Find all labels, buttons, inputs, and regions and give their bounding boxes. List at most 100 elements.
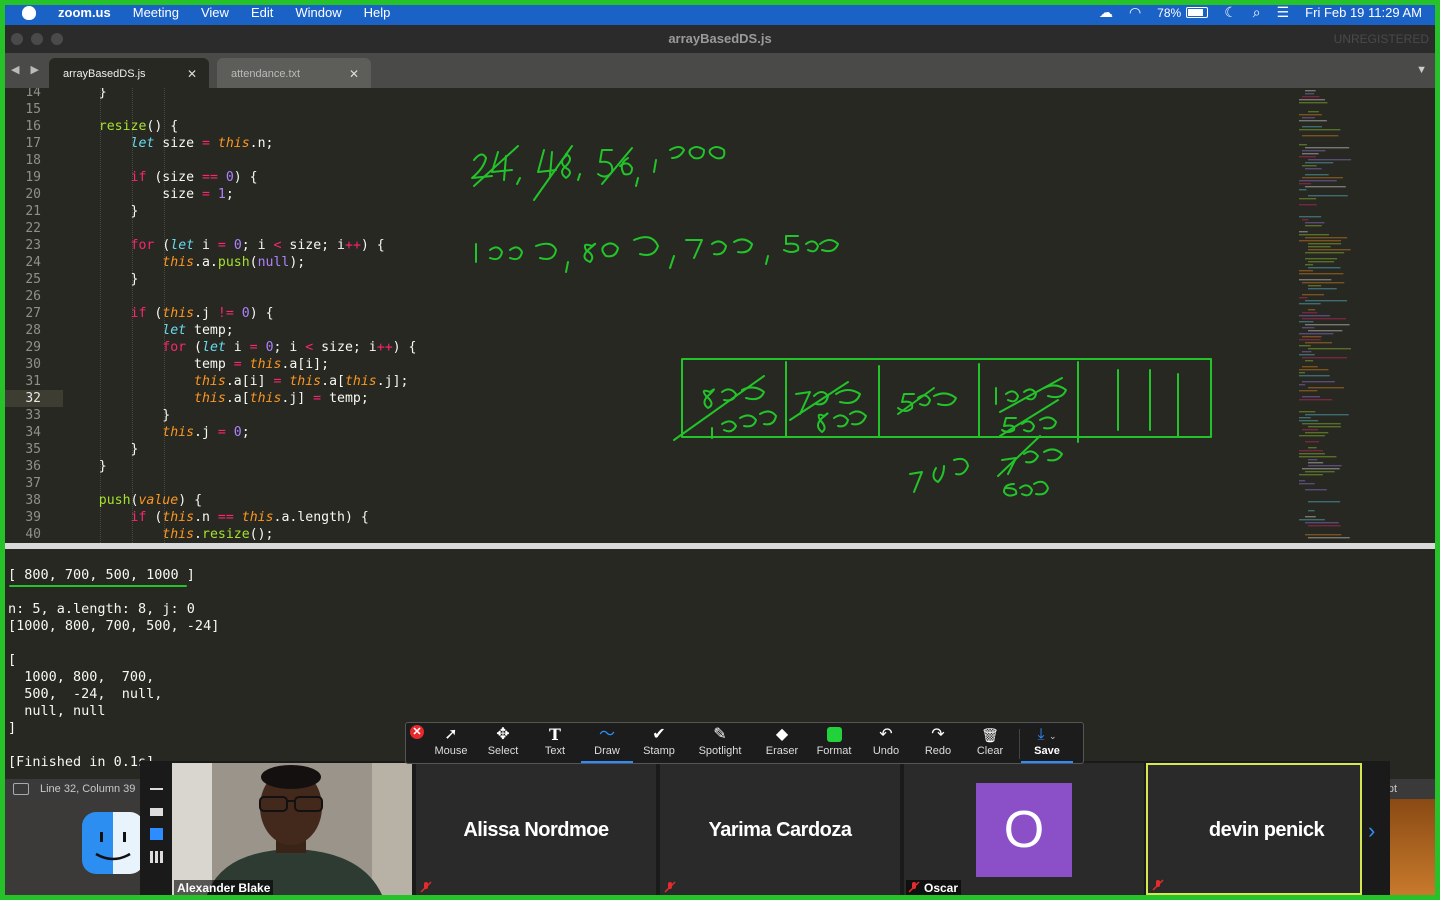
tab-nav-arrows-icon[interactable]: ◀ ▶ bbox=[11, 63, 43, 76]
close-tab-icon[interactable]: ✕ bbox=[187, 67, 197, 81]
minimap-line bbox=[1302, 357, 1348, 359]
code-editor[interactable]: 14 15 16 17 18 19 20 21 22 23 24 25 26 2… bbox=[5, 88, 1435, 543]
line-number: 19 bbox=[25, 170, 41, 185]
minimap-line bbox=[1308, 465, 1342, 467]
minimap-line bbox=[1299, 303, 1321, 305]
output-line: n: 5, a.length: 8, j: 0 bbox=[8, 601, 195, 617]
battery-status[interactable]: 78% bbox=[1157, 5, 1209, 20]
tab-arraybasedds[interactable]: arrayBasedDS.js ✕ bbox=[49, 58, 209, 88]
code-line: } bbox=[67, 442, 139, 457]
minimap-line bbox=[1299, 120, 1327, 122]
gallery-view-controls bbox=[142, 770, 170, 895]
trash-icon: 🗑 bbox=[981, 727, 999, 743]
code-line: this.a.push(null); bbox=[162, 255, 306, 270]
minimap-line bbox=[1299, 234, 1330, 236]
tool-eraser[interactable]: ◆ Eraser bbox=[756, 725, 808, 763]
minimap-line bbox=[1299, 450, 1324, 452]
tab-dropdown-icon[interactable]: ▼ bbox=[1416, 64, 1427, 76]
tool-undo[interactable]: ↶ Undo bbox=[860, 725, 912, 763]
spotlight-search-icon[interactable]: ⌕ bbox=[1253, 4, 1261, 21]
text-icon: T bbox=[549, 725, 561, 744]
participant-tile-alissa[interactable]: Alissa Nordmoe bbox=[416, 763, 656, 895]
menu-datetime[interactable]: Fri Feb 19 11:29 AM bbox=[1305, 5, 1422, 20]
minimap-line bbox=[1305, 93, 1315, 95]
minimap-line bbox=[1308, 288, 1337, 290]
minimap-line bbox=[1302, 327, 1315, 329]
menu-app-name[interactable]: zoom.us bbox=[58, 5, 111, 20]
minimap-line bbox=[1299, 279, 1332, 281]
tool-format[interactable]: Format bbox=[808, 725, 860, 763]
close-tab-icon[interactable]: ✕ bbox=[349, 67, 359, 81]
line-number: 26 bbox=[25, 289, 41, 304]
minimap-line bbox=[1299, 99, 1325, 101]
battery-percent: 78% bbox=[1157, 5, 1182, 20]
panel-toggle-icon[interactable] bbox=[13, 783, 29, 795]
tool-clear[interactable]: 🗑 Clear bbox=[964, 725, 1016, 763]
minimap[interactable] bbox=[1295, 88, 1405, 543]
minimap-line bbox=[1299, 417, 1311, 419]
undo-icon: ↶ bbox=[879, 726, 893, 743]
tool-label: Draw bbox=[594, 745, 620, 757]
minimap-line bbox=[1308, 447, 1317, 449]
dock-app-icon[interactable] bbox=[1390, 799, 1435, 895]
minimap-line bbox=[1299, 189, 1307, 191]
minimap-line bbox=[1302, 336, 1322, 338]
tool-redo[interactable]: ↷ Redo bbox=[912, 725, 964, 763]
tool-text[interactable]: T Text bbox=[529, 725, 581, 763]
muted-mic-icon bbox=[908, 881, 920, 893]
minimap-line bbox=[1308, 243, 1342, 245]
tool-select[interactable]: ✥ Select bbox=[477, 725, 529, 763]
control-center-icon[interactable]: ☰ bbox=[1277, 4, 1290, 21]
code-line: } bbox=[67, 408, 171, 423]
eraser-icon: ◆ bbox=[775, 726, 789, 743]
minimize-icon[interactable] bbox=[150, 788, 163, 790]
single-view-icon[interactable] bbox=[150, 808, 163, 816]
minimap-line bbox=[1305, 225, 1322, 227]
strip-view-icon[interactable] bbox=[150, 828, 163, 840]
menu-meeting[interactable]: Meeting bbox=[133, 5, 179, 20]
output-line: null, null bbox=[8, 703, 106, 719]
avatar: O bbox=[976, 783, 1072, 877]
minimap-line bbox=[1302, 468, 1340, 470]
tool-draw[interactable]: 〜 Draw bbox=[581, 725, 633, 763]
apple-menu-icon[interactable] bbox=[22, 5, 36, 20]
code-line: size = 1; bbox=[67, 187, 234, 202]
gallery-next-icon[interactable]: › bbox=[1368, 818, 1375, 844]
menu-help[interactable]: Help bbox=[364, 5, 391, 20]
minimap-line bbox=[1305, 414, 1349, 416]
tool-save[interactable]: ⤓ ⌄ Save bbox=[1021, 725, 1073, 763]
muted-mic-icon bbox=[1152, 879, 1164, 891]
finder-face-icon bbox=[95, 832, 131, 861]
tool-spotlight[interactable]: ✎ Spotlight bbox=[692, 725, 748, 763]
line-number: 40 bbox=[25, 527, 41, 542]
participant-tile-devin[interactable]: devin penick bbox=[1146, 763, 1362, 895]
code-line: push(value) { bbox=[98, 493, 203, 508]
close-annotation-icon[interactable]: ✕ bbox=[410, 725, 424, 739]
cloud-upload-icon[interactable]: ☁ bbox=[1099, 4, 1113, 21]
minimap-line bbox=[1308, 348, 1351, 350]
gallery-grid-icon[interactable] bbox=[150, 851, 163, 863]
code-line: this.j = 0; bbox=[162, 425, 250, 440]
do-not-disturb-moon-icon[interactable]: ☾ bbox=[1224, 4, 1237, 21]
finder-icon[interactable] bbox=[82, 812, 144, 874]
line-number-current: 32 bbox=[5, 390, 63, 407]
code-line: for (let i = 0; i < size; i++) { bbox=[162, 340, 417, 355]
tool-label: Eraser bbox=[765, 745, 799, 757]
output-line: [ bbox=[8, 652, 17, 668]
menu-window[interactable]: Window bbox=[295, 5, 341, 20]
line-number: 22 bbox=[25, 221, 41, 236]
menu-edit[interactable]: Edit bbox=[251, 5, 273, 20]
minimap-line bbox=[1299, 390, 1318, 392]
minimap-line bbox=[1308, 267, 1341, 269]
code-line: let temp; bbox=[162, 323, 234, 338]
tool-stamp[interactable]: ✔ Stamp bbox=[633, 725, 685, 763]
menu-view[interactable]: View bbox=[201, 5, 229, 20]
tab-attendance[interactable]: attendance.txt ✕ bbox=[217, 58, 371, 88]
tool-mouse[interactable]: ➚ Mouse bbox=[425, 725, 477, 763]
participant-tile-oscar[interactable]: O Oscar bbox=[904, 763, 1144, 895]
minimap-line bbox=[1305, 342, 1333, 344]
wifi-icon[interactable]: ◠ bbox=[1129, 4, 1141, 21]
participant-tile-yarima[interactable]: Yarima Cardoza bbox=[660, 763, 900, 895]
minimap-line bbox=[1302, 177, 1343, 179]
participant-tile-alexander[interactable]: Alexander Blake bbox=[172, 763, 412, 895]
